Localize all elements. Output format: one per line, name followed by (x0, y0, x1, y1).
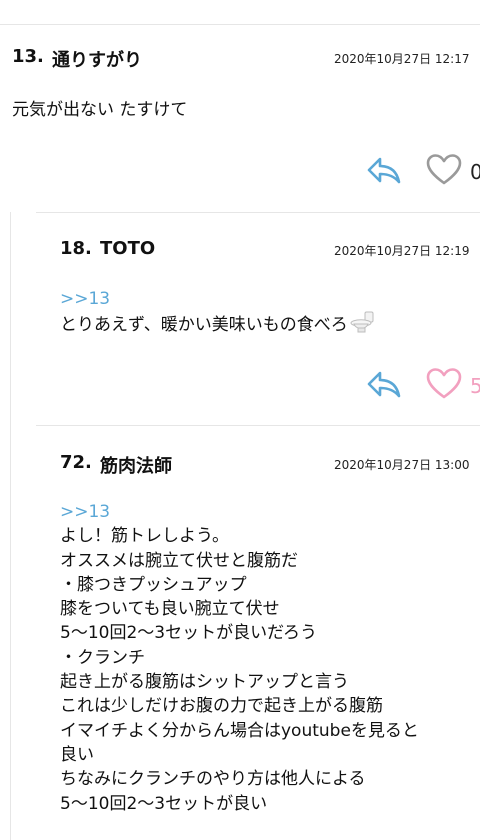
comment-date: 2020年10月27日 13:00 (334, 458, 470, 472)
comment-date: 2020年10月27日 12:19 (334, 244, 470, 258)
comment-actions: 5 (360, 364, 480, 404)
comment-number: 13. (12, 46, 44, 67)
top-divider (0, 24, 480, 25)
reply-divider (36, 425, 480, 426)
comment-author[interactable]: TOTO (100, 238, 155, 259)
comment-13: 13. 通りすがり 2020年10月27日 12:17 元気が出ない たすけて … (0, 46, 480, 196)
comment-author[interactable]: 通りすがり (52, 46, 142, 72)
reply-divider (36, 212, 480, 213)
heart-icon[interactable] (426, 368, 462, 400)
comment-number: 72. (60, 452, 92, 473)
like-count: 0 (470, 160, 480, 184)
comment-header: 13. 通りすがり 2020年10月27日 12:17 (0, 46, 480, 76)
comment-text-line: とりあえず、暖かい美味いもの食べろ (60, 311, 376, 337)
comment-text-line: 起き上がる腹筋はシットアップと言う (60, 672, 349, 693)
comment-text-line: ・膝つきプッシュアップ (60, 574, 247, 595)
reply-arrow-icon[interactable] (366, 370, 402, 398)
comment-body: 元気が出ない たすけて (12, 98, 187, 122)
like-count: 5 (470, 374, 480, 398)
comment-body: >>13 よし！筋トレしよう。 オススメは腕立て伏せと腹筋だ ・膝つきプッシュア… (60, 500, 419, 816)
comment-text-line: よし！筋トレしよう。 (60, 526, 229, 547)
comment-text-line: 膝をついても良い腕立て伏せ (60, 599, 280, 620)
comment-text-line: 5〜10回2〜3セットが良いだろう (60, 623, 318, 644)
comment-header: 18. TOTO 2020年10月27日 12:19 (0, 238, 480, 268)
comment-text-line: オススメは腕立て伏せと腹筋だ (60, 550, 298, 571)
comment-text-line: 元気が出ない たすけて (12, 100, 188, 120)
reply-arrow-icon[interactable] (366, 156, 402, 184)
comment-body: >>13 とりあえず、暖かい美味いもの食べろ (60, 287, 376, 338)
comment-72: 72. 筋肉法師 2020年10月27日 13:00 >>13 よし！筋トレしよ… (0, 452, 480, 840)
reply-reference-link[interactable]: >>13 (60, 287, 376, 311)
comment-header: 72. 筋肉法師 2020年10月27日 13:00 (0, 452, 480, 482)
comment-text-line: ・クランチ (60, 647, 145, 668)
comment-text-line: 良い (60, 744, 94, 765)
reply-reference-link[interactable]: >>13 (60, 500, 419, 524)
comment-18: 18. TOTO 2020年10月27日 12:19 >>13 とりあえず、暖か… (0, 238, 480, 408)
comment-date: 2020年10月27日 12:17 (334, 52, 470, 66)
comment-text-line: イマイチよく分からん場合はyoutubeを見ると (60, 720, 419, 741)
comment-text-line: これは少しだけお腹の力で起き上がる腹筋 (60, 696, 383, 717)
comment-text-line: ちなみにクランチのやり方は他人による (60, 769, 366, 790)
toilet-icon (350, 311, 374, 333)
comment-number: 18. (60, 238, 92, 259)
comment-author[interactable]: 筋肉法師 (100, 452, 172, 478)
comment-actions: 0 (360, 150, 480, 190)
comment-text-line: 5〜10回2〜3セットが良い (60, 793, 268, 814)
heart-icon[interactable] (426, 154, 462, 186)
